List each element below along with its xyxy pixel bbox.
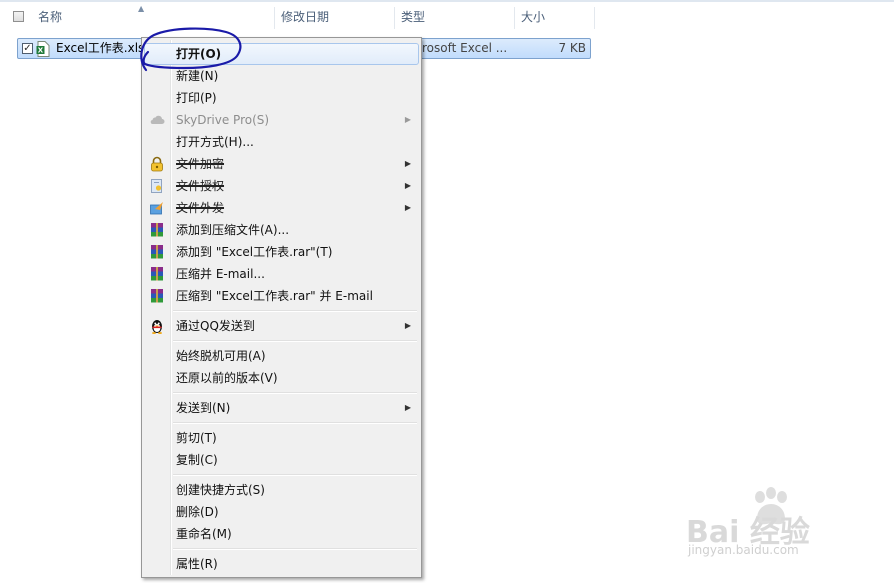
- column-header-name[interactable]: 名称: [38, 5, 62, 29]
- column-divider[interactable]: [274, 7, 275, 29]
- menu-item-cut[interactable]: 剪切(T): [144, 427, 419, 449]
- column-header-date[interactable]: 修改日期: [281, 5, 329, 29]
- winrar-icon: [151, 223, 163, 237]
- chevron-right-icon: ▶: [404, 403, 411, 412]
- send-document-icon: [150, 202, 163, 215]
- menu-item-label: 重命名(M): [176, 527, 232, 541]
- chevron-right-icon: ▶: [404, 115, 411, 124]
- menu-item-label: 复制(C): [176, 453, 218, 467]
- qq-penguin-icon: [152, 320, 162, 334]
- menu-item-restore-versions[interactable]: 还原以前的版本(V): [144, 367, 419, 389]
- menu-item-label: 文件外发: [176, 201, 225, 215]
- column-divider[interactable]: [594, 7, 595, 29]
- svg-text:X: X: [38, 47, 44, 55]
- menu-item-delete[interactable]: 删除(D): [144, 501, 419, 523]
- menu-item-label: 文件加密: [176, 157, 225, 171]
- baidu-jingyan-watermark: Bai 经验 jingyan.baidu.com: [686, 487, 886, 567]
- menu-item-send-qq[interactable]: 通过QQ发送到 ▶: [144, 315, 419, 337]
- menu-separator: [173, 340, 417, 342]
- menu-separator: [173, 422, 417, 424]
- column-header-type[interactable]: 类型: [401, 5, 425, 29]
- column-divider[interactable]: [514, 7, 515, 29]
- menu-item-send-to[interactable]: 发送到(N) ▶: [144, 397, 419, 419]
- annotation-circle: [140, 27, 242, 72]
- menu-item-print[interactable]: 打印(P): [144, 87, 419, 109]
- menu-item-create-shortcut[interactable]: 创建快捷方式(S): [144, 479, 419, 501]
- select-all-checkbox[interactable]: [13, 11, 24, 22]
- winrar-icon: [151, 267, 163, 281]
- menu-item-compress-rar-email[interactable]: 压缩到 "Excel工作表.rar" 并 E-mail: [144, 285, 419, 307]
- menu-item-label: 创建快捷方式(S): [176, 483, 265, 497]
- excel-file-icon: X: [36, 41, 50, 57]
- menu-item-properties[interactable]: 属性(R): [144, 553, 419, 575]
- menu-item-label: 打开方式(H)...: [176, 135, 254, 149]
- menu-item-label: 还原以前的版本(V): [176, 371, 278, 385]
- menu-separator: [173, 392, 417, 394]
- menu-item-label: 属性(R): [176, 557, 218, 571]
- file-type: rosoft Excel ...: [422, 41, 508, 55]
- menu-item-rename[interactable]: 重命名(M): [144, 523, 419, 545]
- menu-item-authorize[interactable]: 文件授权 ▶: [144, 175, 419, 197]
- menu-item-always-offline[interactable]: 始终脱机可用(A): [144, 345, 419, 367]
- menu-item-add-rar[interactable]: 添加到 "Excel工作表.rar"(T): [144, 241, 419, 263]
- winrar-icon: [151, 289, 163, 303]
- chevron-right-icon: ▶: [404, 321, 411, 330]
- chevron-right-icon: ▶: [404, 181, 411, 190]
- menu-item-label: 通过QQ发送到: [176, 319, 255, 333]
- menu-item-label: 剪切(T): [176, 431, 217, 445]
- sort-ascending-icon: ▲: [138, 4, 145, 13]
- column-divider[interactable]: [394, 7, 395, 29]
- menu-item-open-with[interactable]: 打开方式(H)...: [144, 131, 419, 153]
- menu-item-label: 压缩到 "Excel工作表.rar" 并 E-mail: [176, 289, 373, 303]
- menu-item-label: 删除(D): [176, 505, 219, 519]
- skydrive-cloud-icon: [150, 115, 165, 125]
- document-key-icon: [151, 179, 162, 193]
- file-row-checkbox[interactable]: ✓: [22, 43, 33, 54]
- menu-item-outsource[interactable]: 文件外发 ▶: [144, 197, 419, 219]
- column-header-bar: ▲ 名称 修改日期 类型 大小: [0, 4, 894, 29]
- column-header-size[interactable]: 大小: [521, 5, 545, 29]
- chevron-right-icon: ▶: [404, 159, 411, 168]
- file-size: 7 KB: [558, 41, 586, 55]
- menu-item-encrypt[interactable]: 文件加密 ▶: [144, 153, 419, 175]
- menu-item-add-archive[interactable]: 添加到压缩文件(A)...: [144, 219, 419, 241]
- menu-separator: [173, 548, 417, 550]
- menu-separator: [173, 474, 417, 476]
- chevron-right-icon: ▶: [404, 203, 411, 212]
- menu-item-label: 文件授权: [176, 179, 225, 193]
- winrar-icon: [151, 245, 163, 259]
- menu-item-skydrive[interactable]: SkyDrive Pro(S) ▶: [144, 109, 419, 131]
- menu-item-label: 发送到(N): [176, 401, 231, 415]
- menu-item-compress-email[interactable]: 压缩并 E-mail...: [144, 263, 419, 285]
- menu-item-label: 打印(P): [176, 91, 217, 105]
- menu-item-label: 添加到 "Excel工作表.rar"(T): [176, 245, 333, 259]
- menu-item-label: SkyDrive Pro(S): [176, 113, 270, 127]
- menu-item-label: 始终脱机可用(A): [176, 349, 266, 363]
- watermark-url: jingyan.baidu.com: [688, 543, 799, 557]
- window-top-border: [0, 0, 894, 2]
- lock-icon: [151, 156, 163, 172]
- menu-item-copy[interactable]: 复制(C): [144, 449, 419, 471]
- context-menu: 打开(O) 新建(N) 打印(P) SkyDrive Pro(S) ▶ 打开方式…: [141, 37, 422, 578]
- menu-item-label: 压缩并 E-mail...: [176, 267, 265, 281]
- menu-separator: [173, 310, 417, 312]
- menu-item-label: 添加到压缩文件(A)...: [176, 223, 290, 237]
